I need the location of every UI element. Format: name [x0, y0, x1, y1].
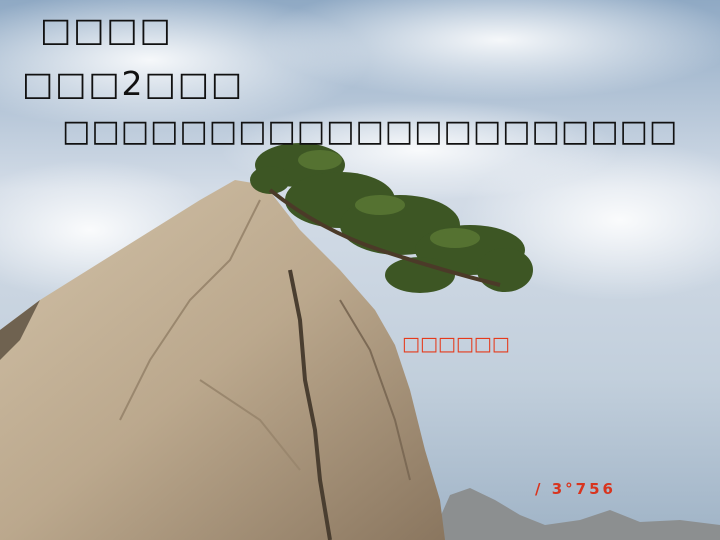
slide-title-line-1: □□□□: [40, 10, 173, 49]
date-stamp: / 3°756: [535, 480, 616, 498]
slide-title-line-3: □□□□□□□□□□□□□□□□□□□□□: [62, 114, 679, 149]
photo-caption: □□□□□□: [402, 333, 510, 355]
slide-title-line-2: □□□2□□□: [22, 64, 245, 103]
